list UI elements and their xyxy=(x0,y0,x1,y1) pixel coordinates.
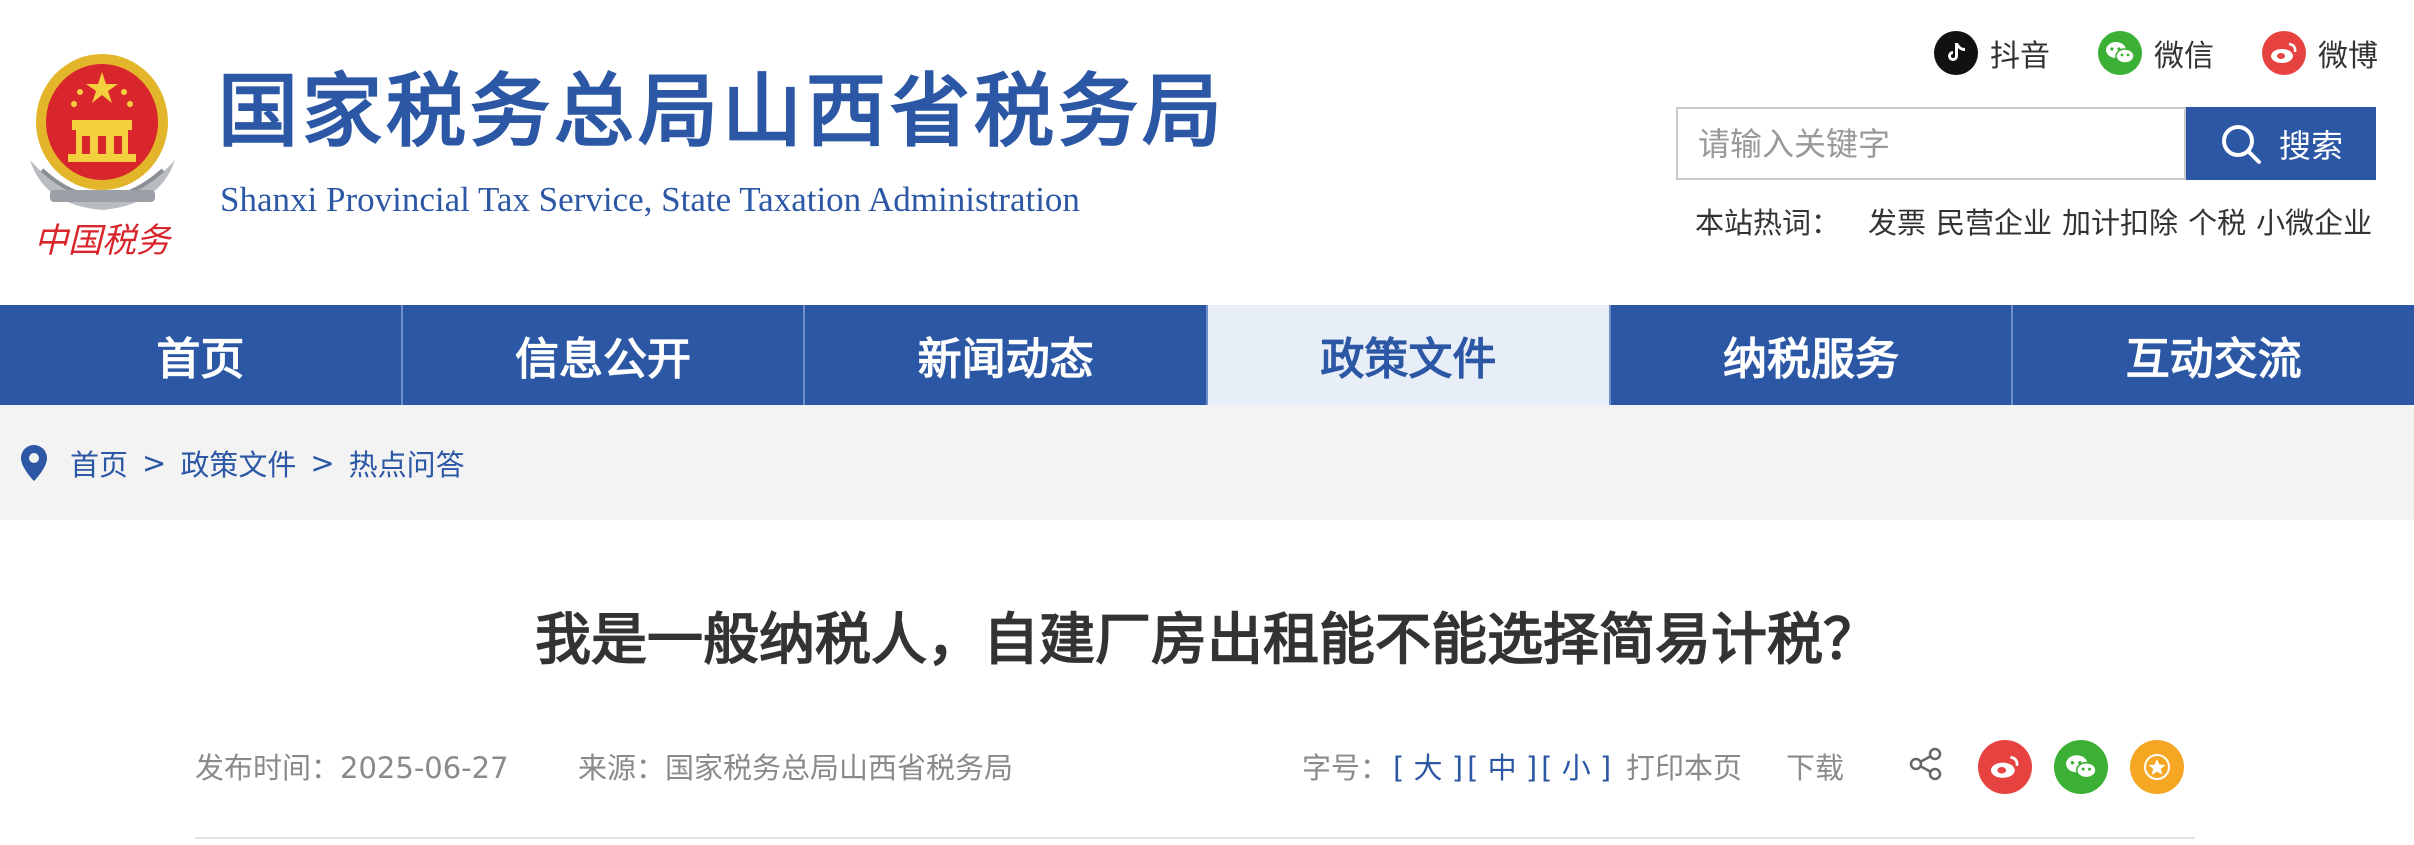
emblem-caption: 中国税务 xyxy=(34,221,173,261)
source-value: 国家税务总局山西省税务局 xyxy=(665,751,1014,785)
nav-item-tax-service[interactable]: 纳税服务 xyxy=(1611,305,2014,405)
publish-date-value: 2025-06-27 xyxy=(340,751,509,785)
font-size-control: 字号： [ 大 ] [ 中 ] [ 小 ] xyxy=(1302,745,1611,787)
main-nav: 首页 信息公开 新闻动态 政策文件 纳税服务 互动交流 xyxy=(0,305,2414,405)
print-button[interactable]: 打印本页 xyxy=(1626,745,1742,787)
favorite-button[interactable] xyxy=(2130,740,2184,794)
download-button[interactable]: 下载 xyxy=(1786,745,1844,787)
hotword-item[interactable]: 个税 xyxy=(2188,200,2246,242)
article-divider xyxy=(195,837,2195,839)
hotwords-label: 本站热词： xyxy=(1695,206,1841,240)
search-button-label: 搜索 xyxy=(2278,126,2343,165)
wechat-icon xyxy=(2066,755,2097,779)
hotword-item[interactable]: 加计扣除 xyxy=(2062,200,2178,242)
share-wechat-button[interactable] xyxy=(2054,740,2108,794)
breadcrumb: 首页 > 政策文件 > 热点问答 xyxy=(0,405,2414,520)
douyin-link[interactable]: 抖音 xyxy=(1934,30,2050,76)
search-button[interactable]: 搜索 xyxy=(2186,107,2376,180)
breadcrumb-separator: > xyxy=(310,445,335,480)
wechat-link[interactable]: 微信 xyxy=(2098,30,2214,76)
breadcrumb-hot-qa[interactable]: 热点问答 xyxy=(349,442,465,484)
search-input[interactable] xyxy=(1676,107,2186,180)
douyin-label: 抖音 xyxy=(1990,39,2050,74)
source-label: 来源： xyxy=(578,751,666,785)
douyin-icon xyxy=(1934,31,1978,75)
hotword-item[interactable]: 发票 xyxy=(1868,200,1926,242)
wechat-label: 微信 xyxy=(2154,39,2214,74)
weibo-link[interactable]: 微博 xyxy=(2262,30,2378,76)
font-size-label: 字号： xyxy=(1302,751,1390,785)
hotword-item[interactable]: 民营企业 xyxy=(1936,200,2052,242)
publish-label: 发布时间： xyxy=(195,751,341,785)
site-subtitle: Shanxi Provincial Tax Service, State Tax… xyxy=(220,180,1080,219)
national-emblem-icon[interactable]: 中国税务 xyxy=(20,40,185,265)
font-size-medium-button[interactable]: [ 中 ] xyxy=(1467,745,1537,787)
nav-item-policy[interactable]: 政策文件 xyxy=(1208,305,1611,405)
breadcrumb-home[interactable]: 首页 xyxy=(70,442,128,484)
share-weibo-button[interactable] xyxy=(1978,740,2032,794)
location-pin-icon xyxy=(21,444,47,481)
nav-item-interaction[interactable]: 互动交流 xyxy=(2013,305,2414,405)
font-size-large-button[interactable]: [ 大 ] xyxy=(1393,745,1463,787)
site-header: 中国税务 国家税务总局山西省税务局 Shanxi Provincial Tax … xyxy=(0,0,2414,305)
hotword-item[interactable]: 小微企业 xyxy=(2256,200,2372,242)
hotwords-bar: 本站热词： 发票 民营企业 加计扣除 个税 小微企业 xyxy=(1695,200,2372,242)
article-title: 我是一般纳税人，自建厂房出租能不能选择简易计税？ xyxy=(535,608,1879,673)
nav-item-info-disclosure[interactable]: 信息公开 xyxy=(403,305,806,405)
site-title[interactable]: 国家税务总局山西省税务局 xyxy=(218,72,1226,152)
font-size-small-button[interactable]: [ 小 ] xyxy=(1541,745,1611,787)
breadcrumb-separator: > xyxy=(142,445,167,480)
share-icon[interactable] xyxy=(1908,746,1944,782)
weibo-icon xyxy=(2262,31,2306,75)
weibo-icon xyxy=(1990,755,2019,778)
publish-date: 发布时间：2025-06-27 xyxy=(195,745,509,787)
nav-item-news[interactable]: 新闻动态 xyxy=(805,305,1209,405)
breadcrumb-policy[interactable]: 政策文件 xyxy=(180,442,296,484)
article-source: 来源：国家税务总局山西省税务局 xyxy=(578,745,1013,787)
star-icon xyxy=(2144,754,2170,780)
weibo-label: 微博 xyxy=(2318,39,2378,74)
wechat-icon xyxy=(2098,31,2142,75)
search-icon xyxy=(2221,124,2261,164)
nav-item-home[interactable]: 首页 xyxy=(0,305,403,405)
